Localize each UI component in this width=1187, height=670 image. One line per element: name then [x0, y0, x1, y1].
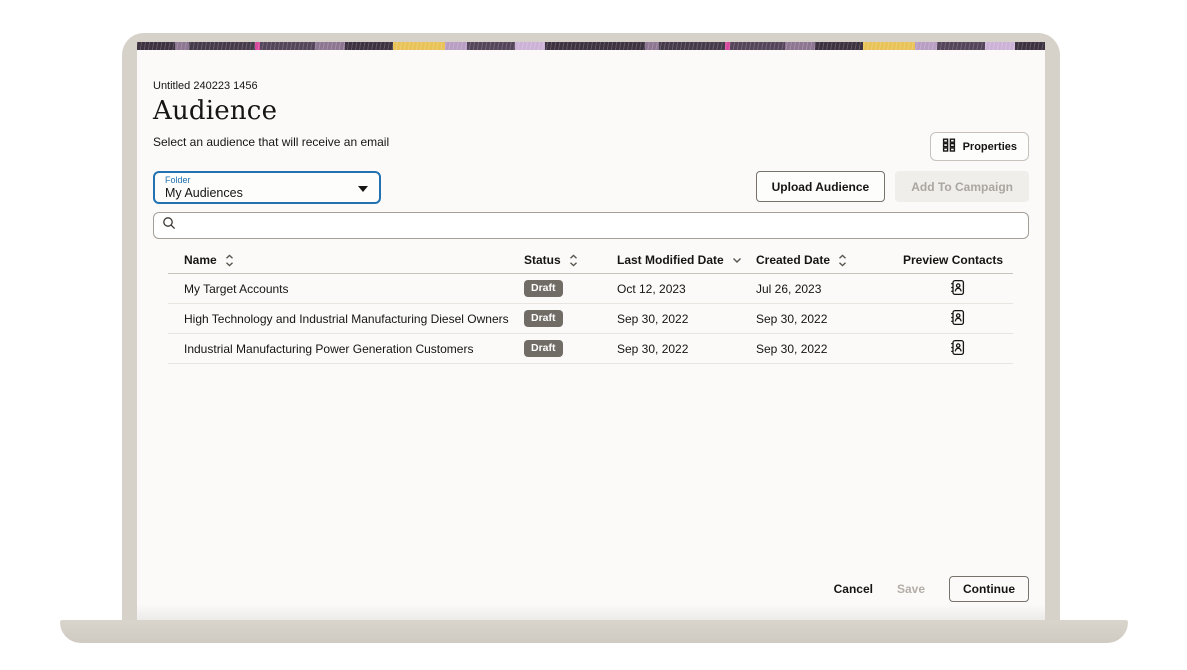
audience-name[interactable]: Industrial Manufacturing Power Generatio… [168, 342, 524, 356]
column-header-label: Created Date [756, 253, 830, 267]
folder-select-label: Folder [165, 175, 351, 186]
contact-card-icon [950, 279, 965, 299]
created-date: Sep 30, 2022 [756, 342, 901, 356]
sort-up-down-icon[interactable] [569, 254, 578, 267]
column-header-last-modified[interactable]: Last Modified Date [617, 253, 756, 267]
grid-icon [942, 138, 956, 155]
table-row[interactable]: My Target Accounts Draft Oct 12, 2023 Ju… [168, 274, 1013, 304]
add-to-campaign-button[interactable]: Add To Campaign [895, 171, 1029, 202]
audience-name[interactable]: My Target Accounts [168, 282, 524, 296]
column-header-label: Status [524, 253, 561, 267]
magnifier-icon [162, 216, 176, 235]
cancel-button[interactable]: Cancel [834, 582, 873, 596]
folder-select[interactable]: Folder My Audiences [153, 171, 381, 204]
search-bar [153, 212, 1029, 239]
page-title: Audience [153, 96, 1029, 126]
contact-card-icon [950, 339, 965, 359]
table-header-row: Name Status [168, 247, 1013, 274]
action-buttons: Upload Audience Add To Campaign [756, 171, 1029, 202]
last-modified-date: Sep 30, 2022 [617, 312, 756, 326]
last-modified-date: Sep 30, 2022 [617, 342, 756, 356]
column-header-status[interactable]: Status [524, 253, 617, 267]
status-badge: Draft [524, 280, 563, 297]
properties-button[interactable]: Properties [930, 132, 1029, 161]
preview-contacts-button[interactable] [948, 307, 967, 331]
sort-up-down-icon[interactable] [838, 254, 847, 267]
last-modified-date: Oct 12, 2023 [617, 282, 756, 296]
laptop-base [60, 620, 1128, 643]
page-subtitle: Select an audience that will receive an … [153, 135, 1029, 149]
table-row[interactable]: Industrial Manufacturing Power Generatio… [168, 334, 1013, 364]
campaign-name: Untitled 240223 1456 [153, 80, 1029, 92]
chevron-down-icon[interactable] [732, 256, 742, 264]
preview-contacts-button[interactable] [948, 337, 967, 361]
created-date: Sep 30, 2022 [756, 312, 901, 326]
status-badge: Draft [524, 340, 563, 357]
column-header-created[interactable]: Created Date [756, 253, 901, 267]
column-header-label: Name [184, 253, 217, 267]
continue-button[interactable]: Continue [949, 576, 1029, 602]
contact-card-icon [950, 309, 965, 329]
audience-table: Name Status [168, 247, 1013, 364]
column-header-label: Preview Contacts [903, 253, 1003, 267]
column-header-preview-contacts: Preview Contacts [901, 253, 1013, 267]
table-row[interactable]: High Technology and Industrial Manufactu… [168, 304, 1013, 334]
controls-row: Folder My Audiences Upload Audience Add … [153, 171, 1029, 204]
created-date: Jul 26, 2023 [756, 282, 901, 296]
save-button[interactable]: Save [897, 582, 925, 596]
decorative-banner [137, 42, 1045, 50]
sort-up-down-icon[interactable] [225, 254, 234, 267]
app-window: Untitled 240223 1456 Audience Select an … [137, 42, 1045, 620]
properties-button-label: Properties [963, 141, 1017, 153]
caret-down-icon [358, 186, 368, 192]
laptop-frame: Untitled 240223 1456 Audience Select an … [122, 33, 1060, 620]
footer-actions: Cancel Save Continue [834, 576, 1029, 602]
column-header-name[interactable]: Name [168, 253, 524, 267]
main-content: Untitled 240223 1456 Audience Select an … [137, 50, 1045, 620]
preview-contacts-button[interactable] [948, 277, 967, 301]
audience-name[interactable]: High Technology and Industrial Manufactu… [168, 312, 524, 326]
column-header-label: Last Modified Date [617, 253, 724, 267]
upload-audience-button[interactable]: Upload Audience [756, 171, 886, 202]
folder-select-value: My Audiences [165, 186, 351, 200]
search-input[interactable] [182, 219, 1020, 233]
status-badge: Draft [524, 310, 563, 327]
